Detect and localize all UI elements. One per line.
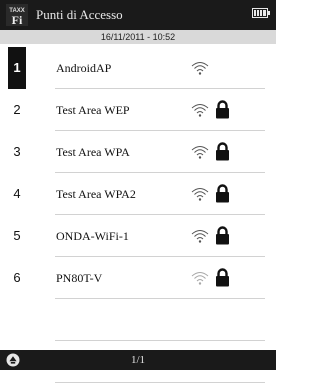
network-row[interactable]: 2 Test Area WEP — [0, 89, 276, 131]
network-name: PN80T-V — [56, 271, 103, 285]
footer-bar: 1/1 — [0, 350, 276, 370]
battery-icon — [252, 8, 270, 18]
network-index: 2 — [13, 102, 21, 117]
network-name: Test Area WPA2 — [56, 187, 136, 201]
wifi-signal-icon — [190, 102, 210, 118]
network-index: 5 — [13, 228, 21, 243]
network-name: ONDA-WiFi-1 — [56, 229, 129, 243]
lock-icon — [215, 100, 230, 119]
lock-icon — [215, 226, 230, 245]
network-index: 6 — [13, 270, 21, 285]
page-title: Punti di Accesso — [36, 7, 123, 22]
wifi-signal-icon — [190, 60, 210, 76]
title-bar: TAXX Fi Punti di Accesso — [0, 0, 276, 30]
lock-icon — [215, 268, 230, 287]
wifi-signal-icon — [190, 186, 210, 202]
network-index: 1 — [8, 47, 26, 89]
page-indicator: 1/1 — [130, 354, 146, 366]
network-row[interactable]: 5 ONDA-WiFi-1 — [0, 215, 276, 257]
network-row[interactable]: 3 Test Area WPA — [0, 131, 276, 173]
lock-icon — [215, 142, 230, 161]
wifi-signal-icon — [190, 270, 210, 286]
network-row[interactable]: 6 PN80T-V — [0, 257, 276, 299]
network-index: 3 — [13, 144, 21, 159]
wifi-signal-icon — [190, 228, 210, 244]
row-divider — [55, 298, 265, 299]
network-name: Test Area WPA — [56, 145, 130, 159]
network-row[interactable]: 4 Test Area WPA2 — [0, 173, 276, 215]
network-name: Test Area WEP — [56, 103, 130, 117]
wifi-signal-icon — [190, 144, 210, 160]
wifi-app-icon: TAXX Fi — [6, 4, 28, 26]
network-row[interactable]: 1 AndroidAP — [0, 47, 276, 89]
svg-text:Fi: Fi — [12, 13, 23, 26]
lock-icon — [215, 184, 230, 203]
network-index: 4 — [13, 186, 21, 201]
network-name: AndroidAP — [56, 61, 112, 75]
datetime-bar: 16/11/2011 - 10:52 — [0, 30, 276, 44]
row-divider — [55, 340, 265, 341]
